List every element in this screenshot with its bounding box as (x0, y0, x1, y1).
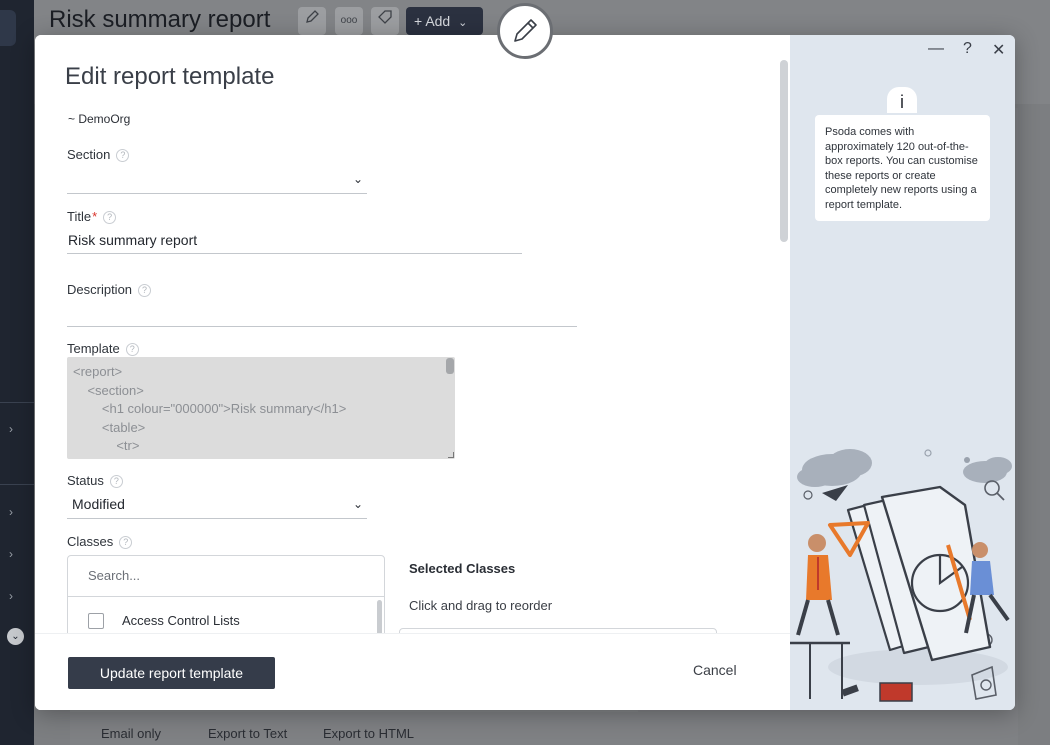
chevron-down-icon: ⌄ (458, 17, 468, 29)
chevron-down-icon[interactable]: ⌄ (353, 172, 363, 186)
template-label: Template? (67, 341, 139, 356)
help-icon[interactable]: ? (119, 536, 133, 549)
help-icon[interactable]: ? (125, 343, 139, 356)
edit-report-template-dialog: Edit report template ~ DemoOrg Section? … (35, 35, 1015, 710)
help-icon[interactable]: ? (138, 284, 152, 297)
class-checkbox[interactable] (88, 613, 104, 629)
help-icon[interactable]: ? (963, 40, 972, 58)
chevron-right-icon[interactable]: › (9, 547, 13, 561)
add-button[interactable]: + Add ⌄ (406, 7, 483, 35)
chevron-down-icon[interactable]: ⌄ (7, 628, 24, 645)
template-scrollbar[interactable] (446, 358, 454, 374)
plus-icon: + (414, 13, 423, 29)
title-input[interactable]: Risk summary report (68, 232, 522, 248)
organisation-label: ~ DemoOrg (68, 112, 131, 126)
description-label: Description? (67, 282, 152, 297)
help-icon[interactable]: ? (103, 211, 117, 224)
info-icon: i (887, 87, 917, 113)
section-label: Section? (67, 147, 130, 162)
classes-label: Classes? (67, 534, 133, 549)
dialog-footer: Update report template Cancel (35, 633, 790, 710)
chevron-right-icon[interactable]: › (9, 589, 13, 603)
background-sidebar: › › › › ⌄ (0, 0, 34, 745)
section-select[interactable] (67, 170, 367, 192)
required-indicator: * (92, 209, 98, 224)
edit-mode-badge (497, 3, 553, 59)
export-html-link[interactable]: Export to HTML (323, 726, 414, 741)
selected-classes-title: Selected Classes (409, 561, 516, 576)
page-title: Risk summary report (49, 6, 271, 33)
resize-handle-icon[interactable] (448, 452, 454, 458)
info-tooltip: Psoda comes with approximately 120 out-o… (815, 115, 990, 221)
close-icon[interactable]: ✕ (992, 40, 1005, 60)
form-panel: Edit report template ~ DemoOrg Section? … (35, 35, 790, 710)
cancel-button[interactable]: Cancel (693, 662, 737, 678)
minimize-icon[interactable]: — (928, 40, 944, 58)
form-scrollbar[interactable] (780, 60, 788, 242)
export-text-link[interactable]: Export to Text (208, 726, 287, 741)
tag-icon[interactable] (371, 7, 399, 35)
pencil-icon (514, 19, 537, 42)
classes-search-input[interactable]: Search... (88, 568, 140, 583)
template-textarea[interactable]: <report> <section> <h1 colour="000000">R… (67, 357, 455, 459)
background-footer: Email only Export to Text Export to HTML (70, 712, 638, 745)
chevron-right-icon[interactable]: › (9, 505, 13, 519)
chevron-right-icon[interactable]: › (9, 422, 13, 436)
help-icon[interactable]: ? (116, 149, 130, 162)
email-only-link[interactable]: Email only (101, 726, 161, 741)
chevron-down-icon[interactable]: ⌄ (353, 497, 363, 511)
status-select[interactable]: Modified (72, 496, 367, 512)
class-item-label[interactable]: Access Control Lists (122, 613, 240, 628)
description-input[interactable] (68, 305, 576, 325)
dialog-title: Edit report template (65, 63, 275, 90)
more-options-icon[interactable]: ooo (335, 7, 363, 35)
update-report-template-button[interactable]: Update report template (68, 657, 275, 689)
status-label: Status? (67, 473, 123, 488)
help-icon[interactable]: ? (109, 475, 123, 488)
selected-classes-hint: Click and drag to reorder (409, 598, 553, 613)
title-label: Title*? (67, 209, 117, 224)
edit-icon[interactable] (298, 7, 326, 35)
